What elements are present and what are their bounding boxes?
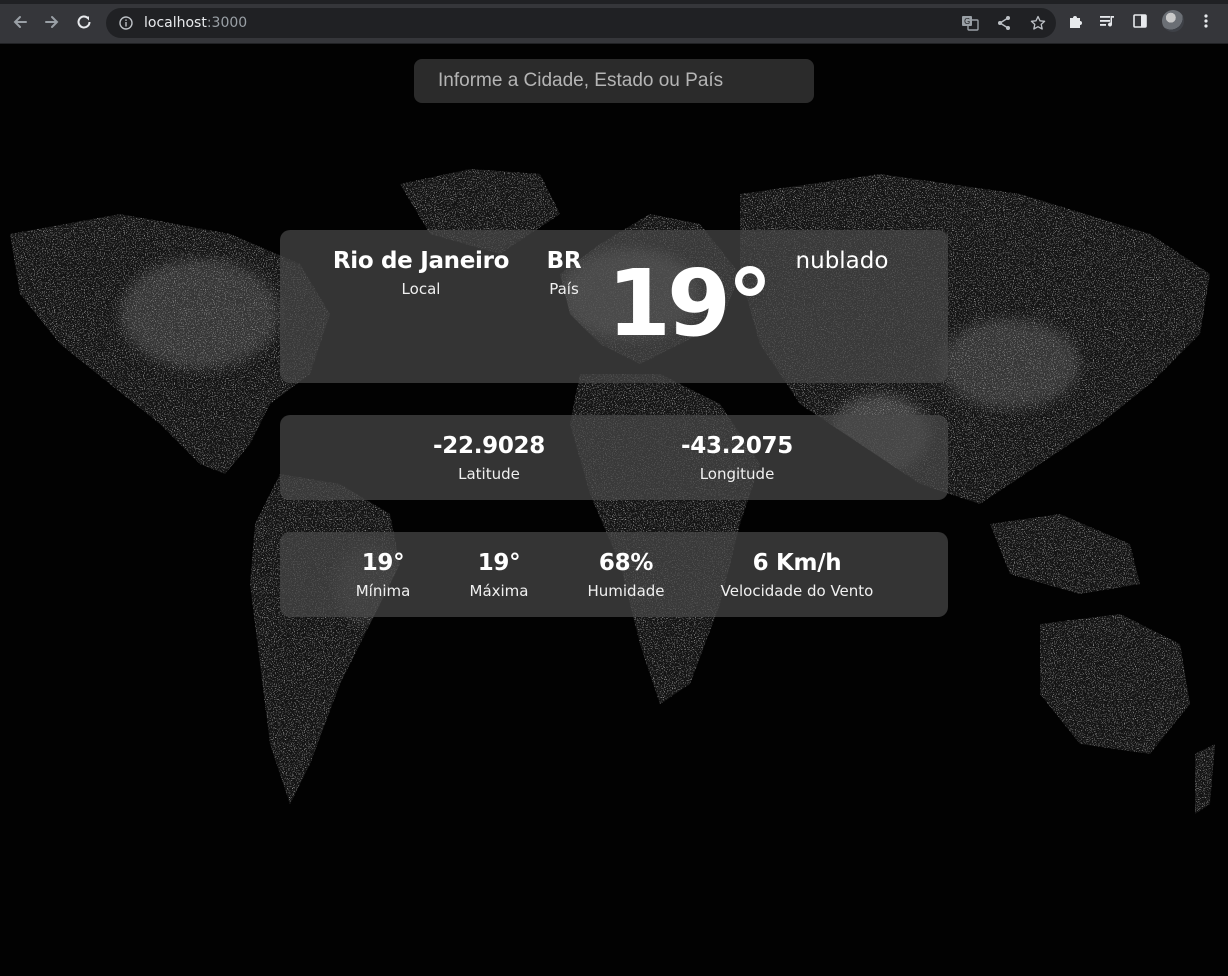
info-icon[interactable] bbox=[116, 13, 136, 33]
city-search-input[interactable] bbox=[414, 59, 814, 103]
media-queue-icon[interactable] bbox=[1098, 11, 1118, 31]
svg-text:G: G bbox=[964, 17, 970, 26]
country-code: BR bbox=[546, 248, 582, 274]
bookmark-star-icon[interactable] bbox=[1028, 13, 1048, 33]
page-viewport: Rio de Janeiro Local BR País 19° nublado… bbox=[0, 44, 1228, 976]
coordinates-card: -22.9028 Latitude -43.2075 Longitude bbox=[280, 415, 948, 500]
max-temperature-value: 19° bbox=[477, 550, 521, 576]
profile-avatar[interactable] bbox=[1162, 10, 1184, 32]
wind-speed-label: Velocidade do Vento bbox=[720, 582, 874, 600]
latitude-value: -22.9028 bbox=[433, 433, 545, 459]
wind-speed-value: 6 Km/h bbox=[752, 550, 842, 576]
current-temperature: 19° bbox=[606, 250, 773, 357]
country-label: País bbox=[549, 280, 579, 298]
weather-description: nublado bbox=[795, 248, 889, 274]
extensions-puzzle-icon[interactable] bbox=[1066, 11, 1086, 31]
side-panel-icon[interactable] bbox=[1130, 11, 1150, 31]
max-temperature-label: Máxima bbox=[469, 582, 529, 600]
min-temperature-label: Mínima bbox=[355, 582, 411, 600]
min-temperature-value: 19° bbox=[361, 550, 405, 576]
reload-icon[interactable] bbox=[72, 10, 96, 34]
translate-icon[interactable]: G bbox=[960, 13, 980, 33]
longitude-value: -43.2075 bbox=[681, 433, 793, 459]
address-bar[interactable]: localhost:3000 G bbox=[106, 8, 1056, 38]
longitude-label: Longitude bbox=[699, 465, 775, 483]
share-icon[interactable] bbox=[994, 13, 1014, 33]
city-label: Local bbox=[401, 280, 441, 298]
humidity-value: 68% bbox=[598, 550, 654, 576]
world-map-background bbox=[0, 44, 1228, 976]
url-text: localhost:3000 bbox=[144, 15, 248, 31]
weather-summary-card: Rio de Janeiro Local BR País 19° nublado bbox=[280, 230, 948, 383]
humidity-label: Humidade bbox=[587, 582, 665, 600]
browser-toolbar: localhost:3000 G bbox=[0, 0, 1228, 44]
more-menu-icon[interactable] bbox=[1196, 11, 1216, 31]
back-arrow-icon[interactable] bbox=[8, 10, 32, 34]
weather-stats-card: 19° Mínima 19° Máxima 68% Humidade 6 Km/… bbox=[280, 532, 948, 617]
forward-arrow-icon[interactable] bbox=[40, 10, 64, 34]
latitude-label: Latitude bbox=[458, 465, 520, 483]
city-name: Rio de Janeiro bbox=[332, 248, 510, 274]
